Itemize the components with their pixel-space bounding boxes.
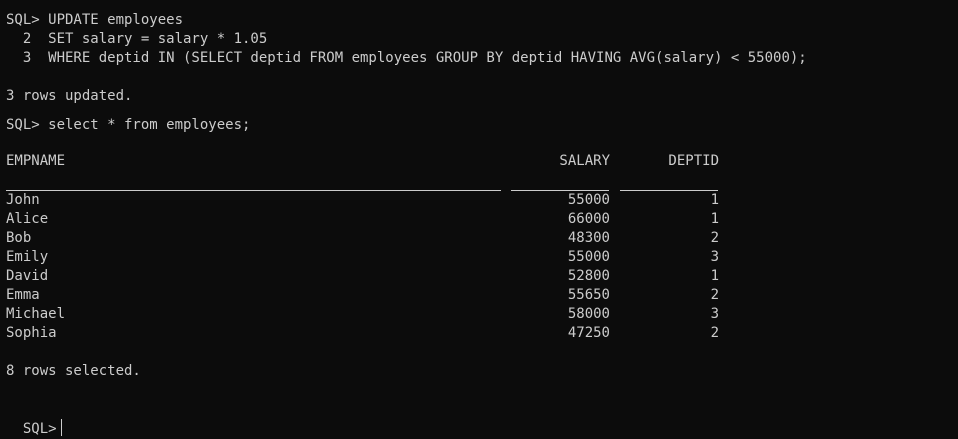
column-header-deptid: DEPTID (668, 153, 719, 169)
cell-empname: John (6, 192, 40, 208)
cell-deptid: 3 (710, 306, 719, 322)
sql-continuation-line-3: 3 WHERE deptid IN (SELECT deptid FROM em… (6, 50, 807, 66)
cell-empname: Michael (6, 306, 66, 322)
cell-deptid: 2 (710, 287, 719, 303)
cell-salary: 55000 (567, 249, 610, 265)
cell-salary: 58000 (567, 306, 610, 322)
cell-empname: David (6, 268, 49, 284)
cell-salary: 55650 (567, 287, 610, 303)
table-row: Sophia 47250 2 (0, 324, 958, 343)
table-row: Michael 58000 3 (0, 305, 958, 324)
cell-empname: Emma (6, 287, 40, 303)
table-row: Alice 66000 1 (0, 210, 958, 229)
select-feedback: 8 rows selected. (6, 363, 141, 379)
cell-salary: 48300 (567, 230, 610, 246)
cell-deptid: 3 (710, 249, 719, 265)
cell-empname: Sophia (6, 325, 57, 341)
table-row: Bob 48300 2 (0, 229, 958, 248)
cell-deptid: 1 (710, 268, 719, 284)
cell-deptid: 1 (710, 192, 719, 208)
cell-salary: 47250 (567, 325, 610, 341)
sql-prompt-update: SQL> UPDATE employees (6, 12, 184, 28)
cell-empname: Emily (6, 249, 49, 265)
cell-deptid: 1 (710, 211, 719, 227)
cell-salary: 52800 (567, 268, 610, 284)
update-feedback: 3 rows updated. (6, 88, 133, 104)
terminal-window[interactable]: { "session": { "prompt_1": "SQL> UPDATE … (0, 0, 958, 437)
cell-deptid: 2 (710, 230, 719, 246)
sql-continuation-line-2: 2 SET salary = salary * 1.05 (6, 31, 268, 47)
table-row: John 55000 1 (0, 191, 958, 210)
text-cursor (60, 419, 62, 436)
column-header-empname: EMPNAME (6, 153, 66, 169)
sql-prompt-current[interactable]: SQL> (6, 400, 62, 437)
cell-deptid: 2 (710, 325, 719, 341)
cell-empname: Alice (6, 211, 49, 227)
sql-prompt-select: SQL> select * from employees; (6, 117, 251, 133)
cell-empname: Bob (6, 230, 32, 246)
table-row: David 52800 1 (0, 267, 958, 286)
table-row: Emily 55000 3 (0, 248, 958, 267)
cell-salary: 66000 (567, 211, 610, 227)
cell-salary: 55000 (567, 192, 610, 208)
column-header-salary: SALARY (559, 153, 610, 169)
table-row: Emma 55650 2 (0, 286, 958, 305)
prompt-label: SQL> (22, 421, 57, 437)
